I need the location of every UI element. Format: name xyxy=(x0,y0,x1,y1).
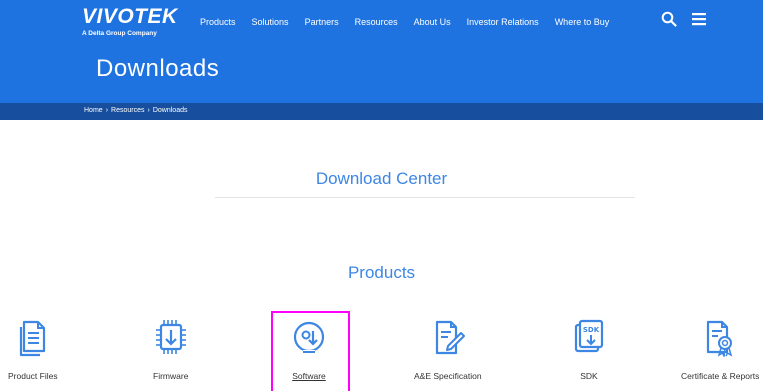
vivotek-logo[interactable]: VIVOTEK A Delta Group Company xyxy=(82,6,178,38)
breadcrumb-resources[interactable]: Resources xyxy=(111,107,144,114)
breadcrumb-home[interactable]: Home xyxy=(84,107,103,114)
search-icon[interactable] xyxy=(660,10,678,28)
disc-download-icon xyxy=(292,318,326,358)
category-label: A&E Specification xyxy=(414,371,482,381)
certificate-icon xyxy=(703,318,737,358)
menu-icon[interactable] xyxy=(690,10,708,28)
logo-wordmark: VIVOTEK xyxy=(82,5,178,28)
category-label: Firmware xyxy=(153,371,189,381)
category-ae-specification[interactable]: A&E Specification xyxy=(414,318,482,381)
category-software[interactable]: Software xyxy=(292,318,326,381)
breadcrumb-downloads: Downloads xyxy=(152,107,188,114)
svg-text:SDK: SDK xyxy=(583,326,600,334)
nav-products[interactable]: Products xyxy=(200,17,236,27)
nav-about-us[interactable]: About Us xyxy=(414,17,451,27)
logo-tagline: A Delta Group Company xyxy=(82,30,157,37)
header-actions xyxy=(660,10,708,28)
category-firmware[interactable]: Firmware xyxy=(153,318,188,381)
download-center-title: Download Center xyxy=(315,169,448,188)
breadcrumb-separator: › xyxy=(105,107,109,114)
category-label: Certificate & Reports xyxy=(681,371,760,381)
site-header: VIVOTEK A Delta Group Company Products S… xyxy=(0,0,763,103)
category-label: Software xyxy=(292,371,326,381)
category-certificate-reports[interactable]: Certificate & Reports xyxy=(681,318,759,381)
nav-where-to-buy[interactable]: Where to Buy xyxy=(555,17,610,27)
nav-resources[interactable]: Resources xyxy=(355,17,398,27)
nav-investor-relations[interactable]: Investor Relations xyxy=(467,17,539,27)
breadcrumb: Home › Resources › Downloads xyxy=(84,107,187,114)
category-label: Product Files xyxy=(8,371,58,381)
category-product-files[interactable]: Product Files xyxy=(8,318,58,381)
document-pen-icon xyxy=(431,318,465,358)
sdk-icon: SDK xyxy=(572,318,606,358)
section-divider xyxy=(215,197,635,198)
category-label: SDK xyxy=(580,371,598,381)
breadcrumb-separator: › xyxy=(147,107,150,114)
page-title: Downloads xyxy=(96,55,220,82)
category-sdk[interactable]: SDK SDK xyxy=(572,318,606,381)
nav-partners[interactable]: Partners xyxy=(305,17,339,27)
document-icon xyxy=(16,318,50,358)
nav-solutions[interactable]: Solutions xyxy=(252,17,289,27)
main-nav: Products Solutions Partners Resources Ab… xyxy=(200,17,625,27)
breadcrumb-bar: Home › Resources › Downloads xyxy=(0,103,763,120)
chip-icon xyxy=(154,318,188,358)
products-title: Products xyxy=(347,263,416,282)
